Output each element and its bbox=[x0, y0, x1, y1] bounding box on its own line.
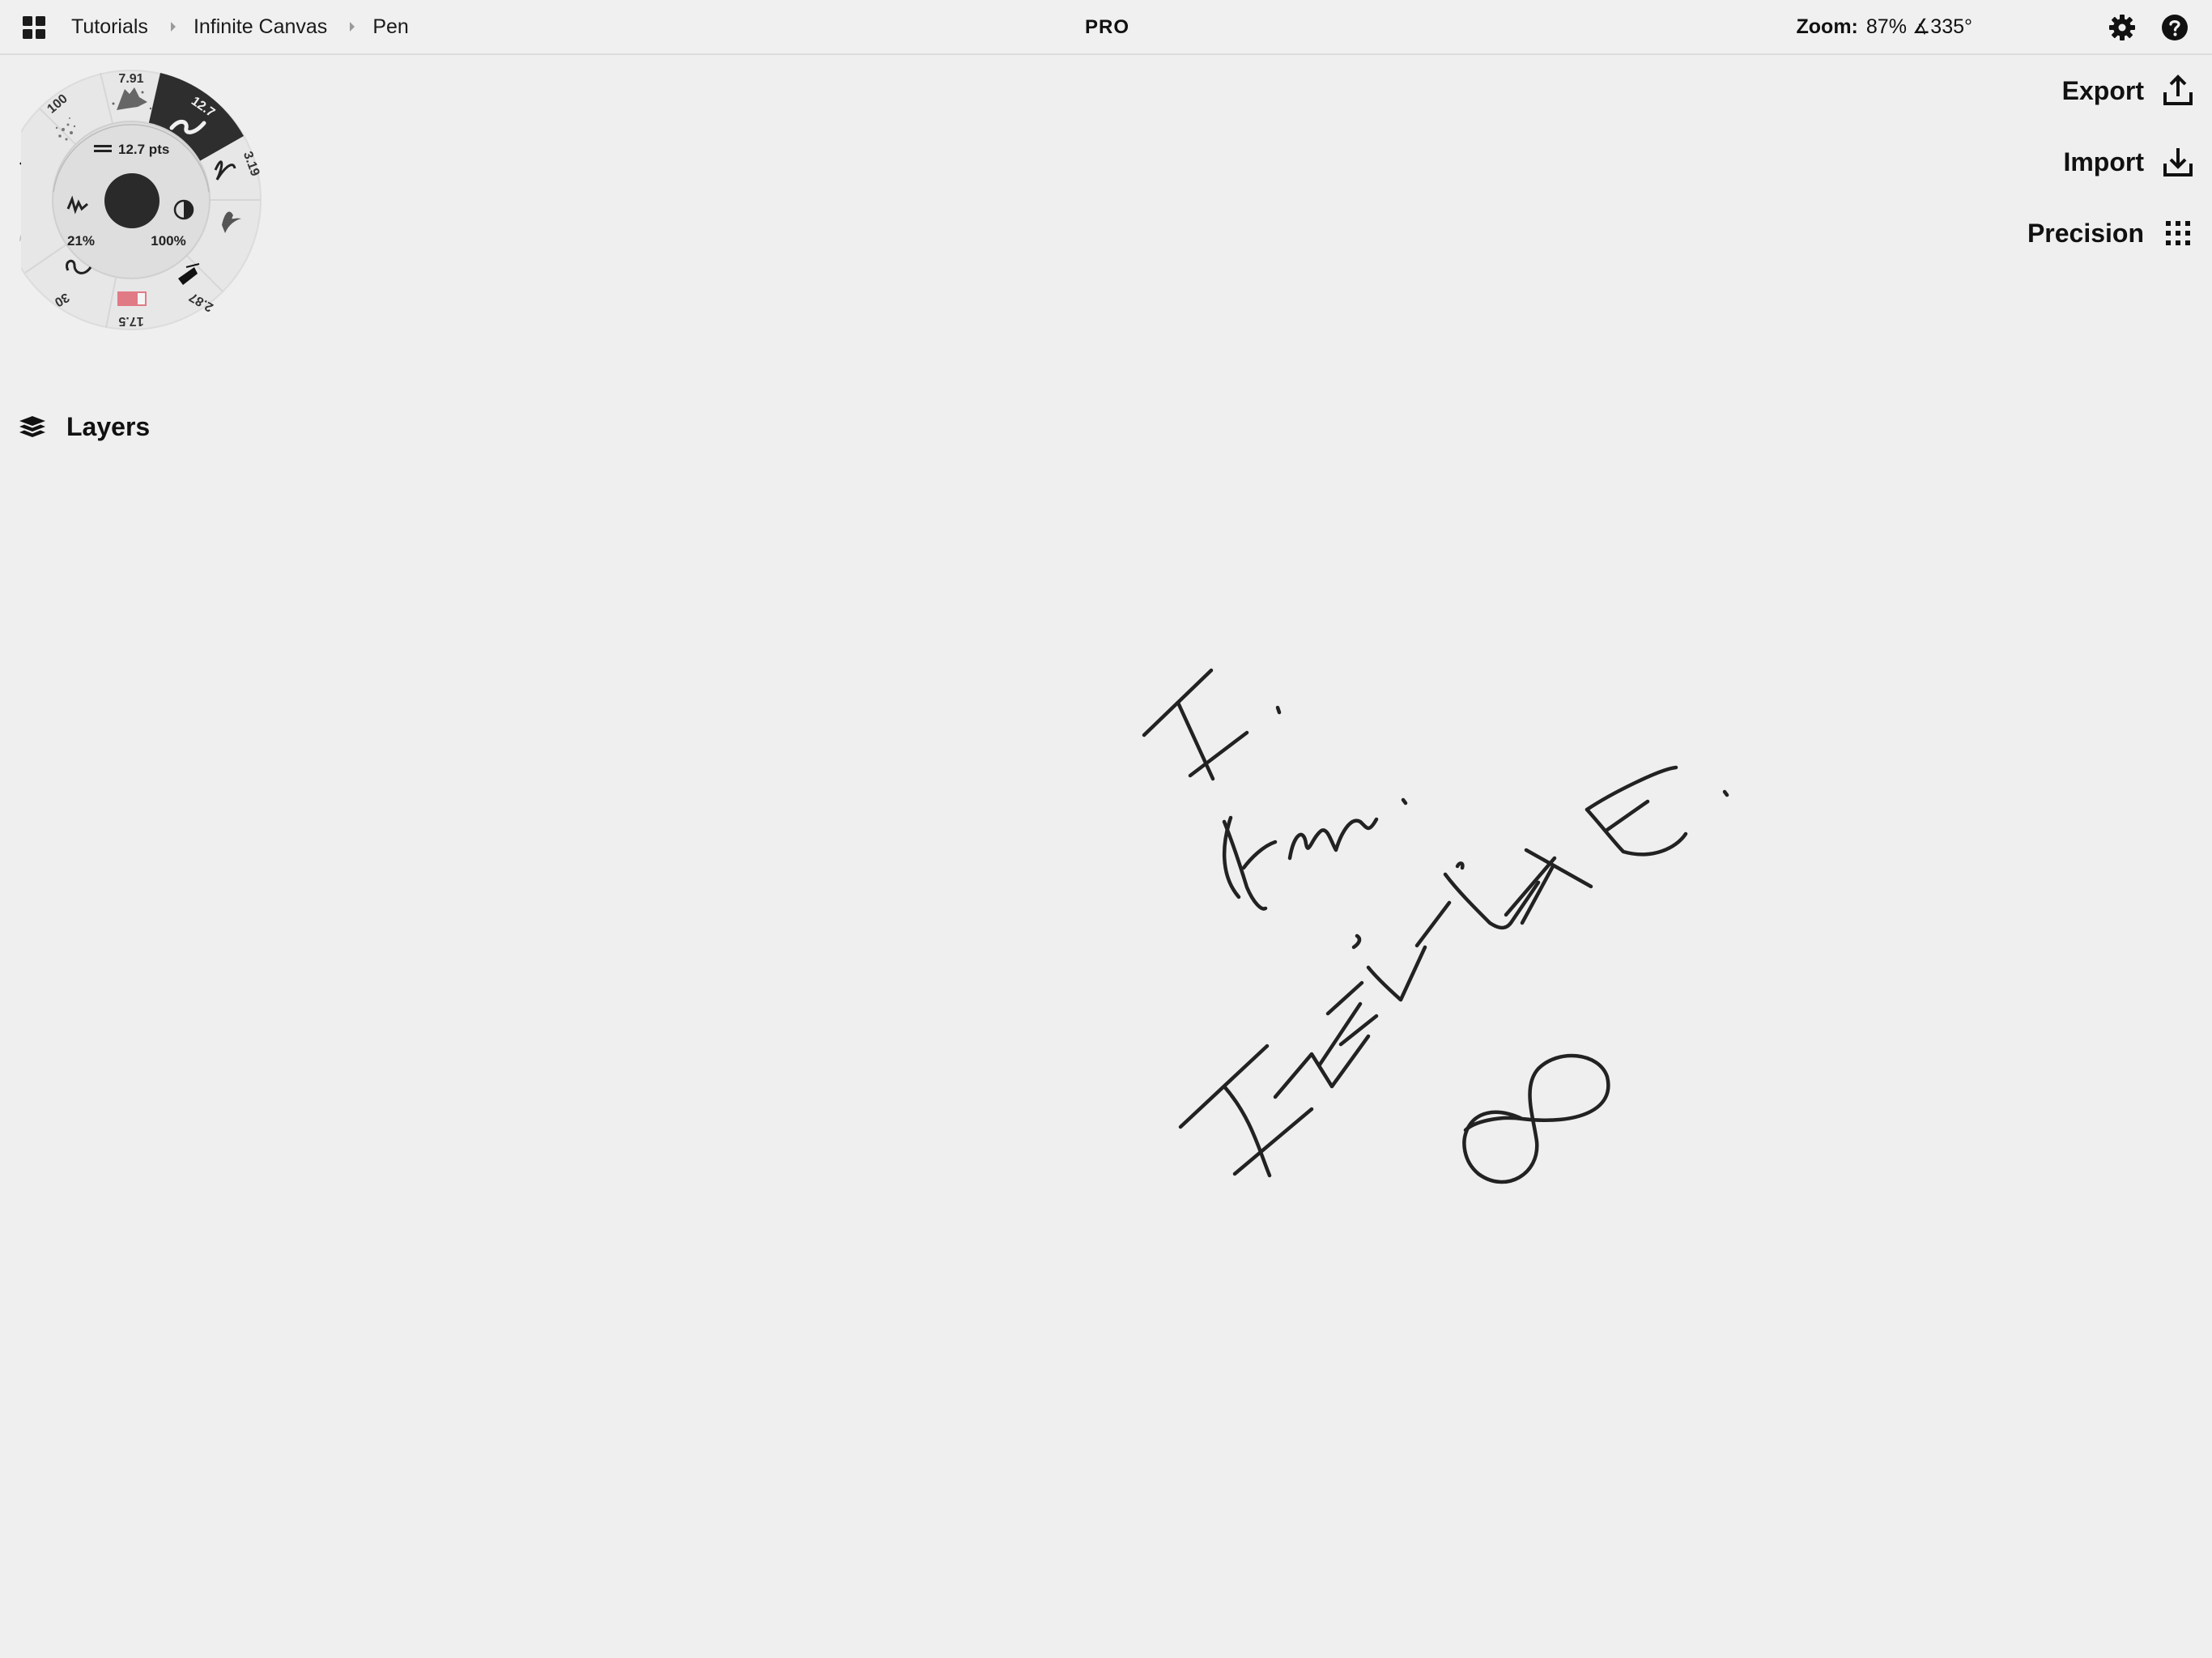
export-icon bbox=[2163, 74, 2193, 105]
breadcrumb: Tutorials Infinite Canvas Pen bbox=[71, 0, 409, 53]
handwriting-word-am bbox=[1222, 797, 1408, 911]
handwriting-word-infinite bbox=[1178, 765, 1729, 1178]
breadcrumb-pen[interactable]: Pen bbox=[372, 15, 408, 39]
layers-button[interactable]: Layers bbox=[18, 406, 150, 447]
color-swatch-fill bbox=[118, 292, 138, 305]
breadcrumb-separator bbox=[170, 22, 176, 32]
tool-wheel[interactable]: 12.7 pts 21% 100% 100 7.91 12.7 3.19 2.8… bbox=[21, 66, 269, 334]
brush-color-dot[interactable] bbox=[104, 173, 160, 228]
app-window: Tutorials Infinite Canvas Pen PRO Zoom: … bbox=[0, 0, 2212, 1658]
zoom-indicator[interactable]: Zoom: 87% ∡335° bbox=[1797, 0, 1972, 53]
export-label: Export bbox=[2061, 75, 2144, 105]
smoothing-value: 21% bbox=[67, 233, 95, 249]
precision-label: Precision bbox=[2027, 218, 2144, 248]
zoom-value: 87% ∡335° bbox=[1865, 15, 1972, 38]
opacity-value: 100% bbox=[151, 233, 185, 249]
handwriting-letter-i bbox=[1142, 668, 1282, 781]
help-icon[interactable] bbox=[2161, 14, 2189, 41]
zoom-label: Zoom: bbox=[1796, 15, 1858, 38]
gear-icon[interactable] bbox=[2108, 14, 2136, 41]
export-button[interactable]: Export bbox=[2062, 70, 2196, 111]
top-bar: Tutorials Infinite Canvas Pen PRO Zoom: … bbox=[0, 0, 2212, 55]
drawing-canvas[interactable] bbox=[0, 0, 2212, 1658]
grid-icon[interactable] bbox=[21, 15, 47, 40]
layers-label: Layers bbox=[66, 411, 151, 441]
pro-badge[interactable]: PRO bbox=[1085, 0, 1129, 53]
breadcrumb-separator bbox=[350, 22, 355, 32]
precision-button[interactable]: Precision bbox=[2027, 213, 2196, 253]
precision-grid-icon bbox=[2166, 221, 2190, 245]
layers-icon bbox=[19, 416, 45, 437]
preset-color-swatch-value: 17.5 bbox=[118, 314, 143, 328]
import-label: Import bbox=[2063, 147, 2144, 176]
size-readout: 12.7 pts bbox=[118, 142, 169, 157]
preset-grain-value: 7.91 bbox=[118, 72, 143, 86]
breadcrumb-infinite-canvas[interactable]: Infinite Canvas bbox=[194, 15, 327, 39]
import-icon bbox=[2163, 148, 2193, 176]
handwriting-infinity bbox=[1462, 1053, 1610, 1184]
import-button[interactable]: Import bbox=[2063, 142, 2196, 182]
breadcrumb-tutorials[interactable]: Tutorials bbox=[71, 15, 148, 39]
